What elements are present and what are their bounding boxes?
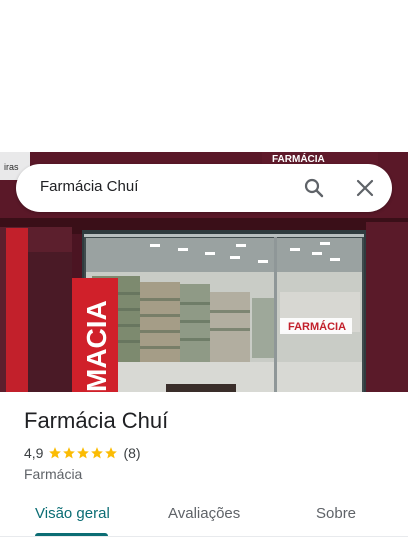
star-icon xyxy=(77,447,90,459)
search-input[interactable]: Farmácia Chuí xyxy=(40,178,138,195)
tab-reviews[interactable]: Avaliações xyxy=(168,505,240,522)
star-icon xyxy=(63,447,76,459)
glass-sign-text: FARMÁCIA xyxy=(288,320,346,333)
search-bar[interactable]: Farmácia Chuí xyxy=(16,164,392,212)
star-icon xyxy=(105,447,118,459)
place-tabs: Visão geral Avaliações Sobre xyxy=(0,494,408,536)
rating-value: 4,9 xyxy=(24,445,44,461)
tab-about[interactable]: Sobre xyxy=(316,505,356,522)
star-icon xyxy=(49,447,62,459)
map-blank-area xyxy=(0,0,408,152)
banner-text: MACIA xyxy=(81,300,112,392)
svg-text:iras: iras xyxy=(4,162,19,172)
rating-stars xyxy=(48,446,118,460)
rating-row[interactable]: 4,9 (8) xyxy=(24,445,141,461)
tabs-divider xyxy=(0,536,408,537)
place-category[interactable]: Farmácia xyxy=(24,466,82,482)
tab-overview[interactable]: Visão geral xyxy=(35,505,110,522)
star-icon xyxy=(91,447,104,459)
search-icon[interactable] xyxy=(302,176,326,200)
place-title: Farmácia Chuí xyxy=(24,408,169,433)
review-count[interactable]: (8) xyxy=(123,445,140,461)
close-icon[interactable] xyxy=(353,176,377,200)
